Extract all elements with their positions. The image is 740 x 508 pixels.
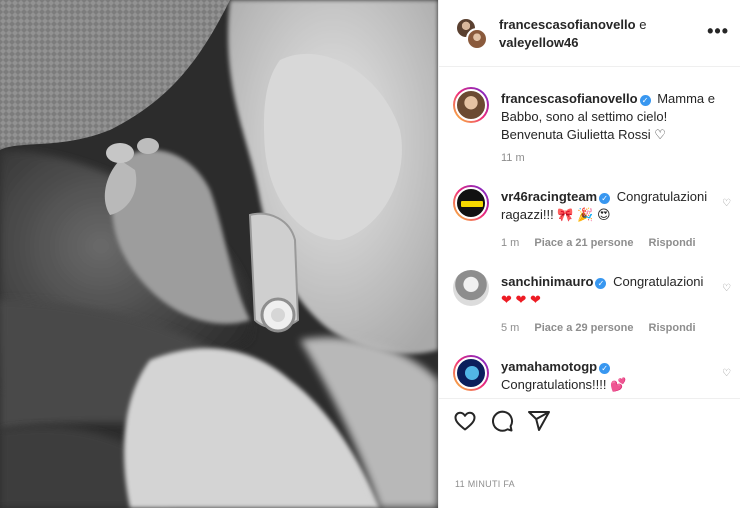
verified-badge-icon: ✓ [595, 278, 607, 289]
caption-text-block: francescasofianovello ✓ Mamma e Babbo, so… [501, 90, 731, 144]
comment-text: Congratulations!!!! 💕 [501, 377, 627, 392]
instagram-post: francescasofianovello e valeyellow46 •••… [0, 0, 740, 508]
share-icon[interactable] [527, 409, 551, 433]
comment-like-heart-icon[interactable]: ♡ [722, 368, 731, 379]
author-conjunction: e [639, 17, 647, 32]
collab-avatars[interactable] [455, 17, 489, 51]
comment-text: Congratulazioni [613, 274, 704, 289]
post-header: francescasofianovello e valeyellow46 ••• [439, 0, 740, 67]
post-photo[interactable] [0, 0, 438, 508]
verified-badge-icon: ✓ [599, 363, 611, 374]
caption-meta: 11 m [501, 152, 537, 164]
avatar[interactable] [466, 28, 488, 50]
comment-username[interactable]: yamahamotogp [501, 359, 597, 374]
verified-badge-icon: ✓ [599, 193, 611, 204]
comment-text-block: yamahamotogp ✓ Congratulations!!!! 💕 [501, 358, 731, 394]
comment-like-heart-icon[interactable]: ♡ [722, 283, 731, 294]
comment-text-block: sanchinimauro ✓ Congratulazioni ❤ ❤ ❤ [501, 273, 731, 309]
avatar[interactable] [453, 270, 489, 306]
verified-badge-icon: ✓ [639, 95, 651, 106]
comments-list[interactable]: francescasofianovello ✓ Mamma e Babbo, so… [439, 68, 740, 398]
post-timestamp[interactable]: 11 MINUTI FA [455, 479, 515, 489]
comment-time[interactable]: 5 m [501, 322, 519, 334]
comment-likes[interactable]: Piace a 29 persone [534, 322, 633, 334]
comment-username[interactable]: vr46racingteam [501, 189, 597, 204]
author-username[interactable]: valeyellow46 [499, 35, 579, 50]
newborn-foot-photo [0, 0, 438, 508]
avatar[interactable] [453, 355, 489, 391]
post-actions: 11 MINUTI FA [439, 398, 740, 508]
comment-text-block: vr46racingteam ✓ Congratulazioni ragazzi!… [501, 188, 731, 224]
post-authors: francescasofianovello e valeyellow46 [499, 16, 679, 52]
more-horizontal-icon[interactable]: ••• [707, 22, 729, 40]
author-username[interactable]: francescasofianovello [499, 17, 636, 32]
comment-icon[interactable] [490, 409, 514, 433]
comment-username[interactable]: sanchinimauro [501, 274, 593, 289]
comment-like-heart-icon[interactable]: ♡ [722, 198, 731, 209]
caption-time[interactable]: 11 m [501, 152, 525, 164]
avatar[interactable] [453, 87, 489, 123]
heart-emoji: ❤ ❤ ❤ [501, 292, 541, 307]
post-side-panel: francescasofianovello e valeyellow46 •••… [438, 0, 740, 508]
comment-time[interactable]: 1 m [501, 237, 519, 249]
comment-likes[interactable]: Piace a 21 persone [534, 237, 633, 249]
reply-button[interactable]: Rispondi [649, 322, 696, 334]
comment-meta: 1 m Piace a 21 persone Rispondi [501, 237, 708, 249]
heart-icon[interactable] [453, 409, 477, 433]
comment-meta: 5 m Piace a 29 persone Rispondi [501, 322, 708, 334]
avatar[interactable] [453, 185, 489, 221]
action-icons [453, 409, 551, 437]
reply-button[interactable]: Rispondi [649, 237, 696, 249]
caption-username[interactable]: francescasofianovello [501, 91, 638, 106]
